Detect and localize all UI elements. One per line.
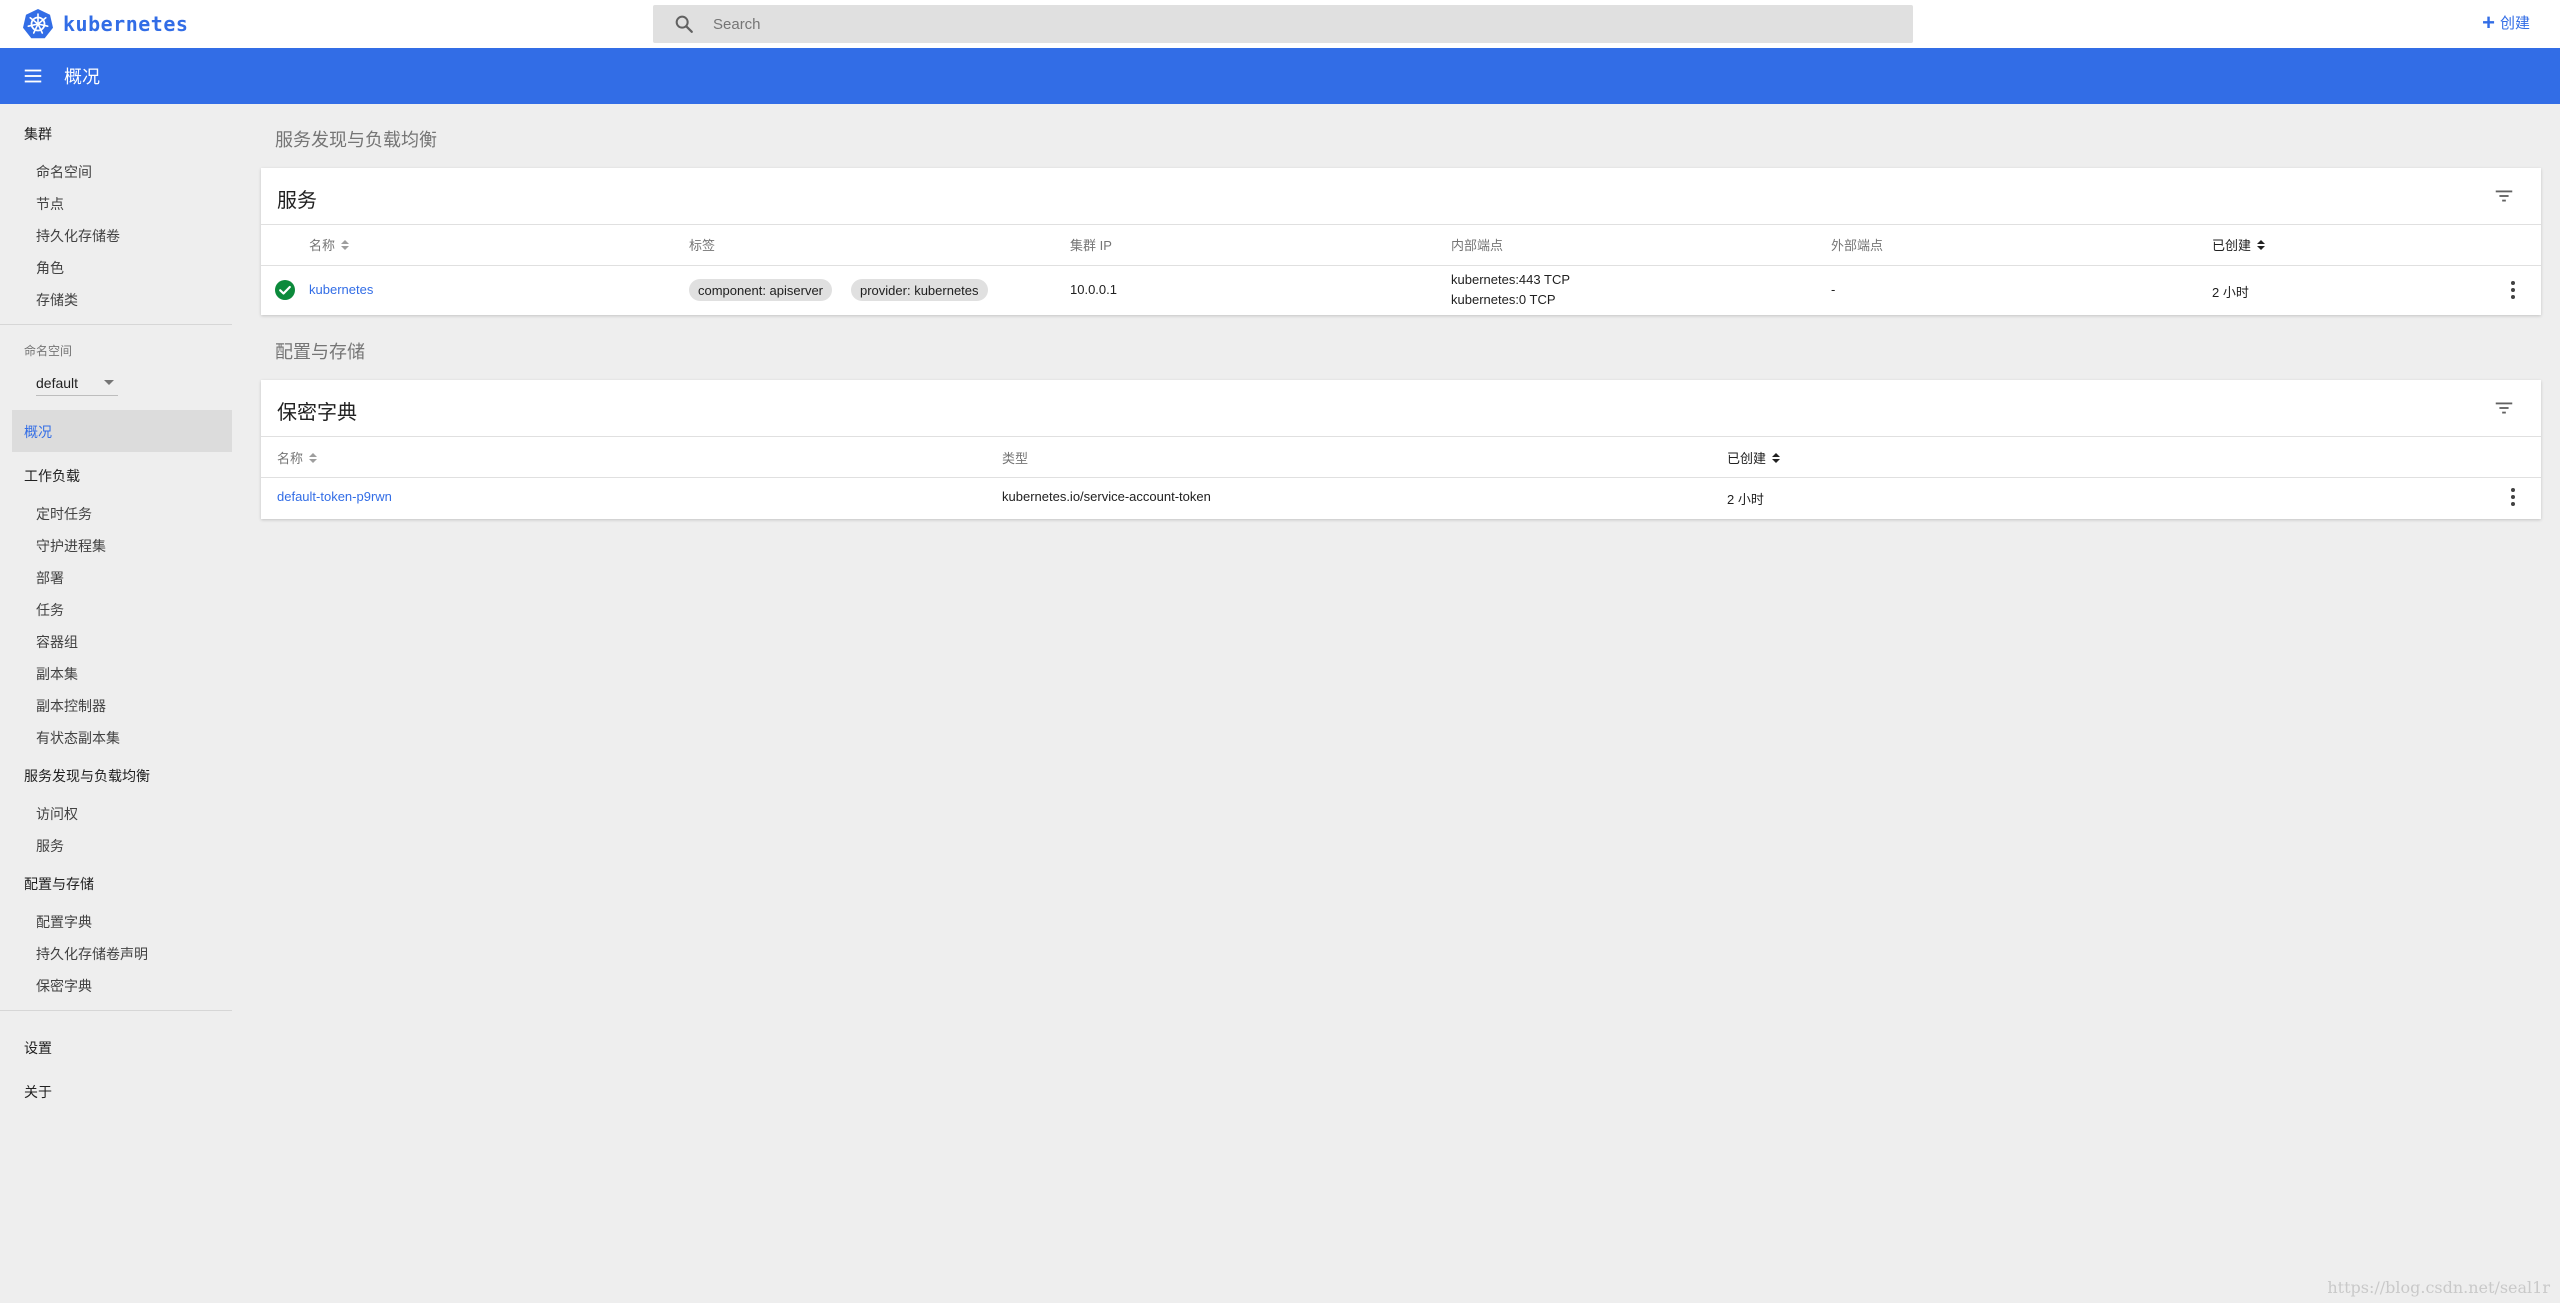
brand-name: kubernetes [63,12,189,36]
filter-icon[interactable] [2493,185,2515,207]
column-header-internal-endpoints: 内部端点 [1451,238,1504,253]
filter-icon[interactable] [2493,397,2515,419]
namespace-label: 命名空间 [24,344,73,358]
sidebar-item-config-maps[interactable]: 配置字典 [36,912,92,932]
title-bar: 概况 [0,48,2560,104]
label-chip: component: apiserver [689,279,833,301]
namespace-selected: default [36,374,79,391]
plus-icon: + [2482,9,2495,35]
sidebar-item-pods[interactable]: 容器组 [36,632,78,652]
sidebar-divider [0,1010,232,1011]
sort-icon [341,239,350,250]
cluster-ip: 10.0.0.1 [1070,282,1117,297]
sidebar-item-about[interactable]: 关于 [24,1082,52,1102]
more-vert-icon[interactable] [2511,281,2515,299]
secret-type: kubernetes.io/service-account-token [1002,489,1211,504]
sidebar-item-settings[interactable]: 设置 [24,1038,52,1058]
column-header-created[interactable]: 已创建 [2212,235,2266,254]
sidebar-item-storage-classes[interactable]: 存储类 [36,290,78,310]
brand[interactable]: kubernetes [22,8,188,40]
sort-icon [2257,239,2266,250]
create-button[interactable]: + 创建 [2482,9,2530,35]
sidebar-item-replication-controllers[interactable]: 副本控制器 [36,696,106,716]
sidebar-item-namespaces[interactable]: 命名空间 [36,162,92,182]
discovery-heading: 服务发现与负载均衡 [275,130,437,150]
created-age: 2 小时 [2212,285,2249,300]
sidebar-item-roles[interactable]: 角色 [36,258,64,278]
card-divider [261,265,2541,266]
search-input[interactable] [713,15,1813,33]
sidebar: 集群 命名空间 节点 持久化存储卷 角色 存储类 命名空间 default 概况… [0,104,232,1303]
sidebar-item-persistent-volumes[interactable]: 持久化存储卷 [36,226,120,246]
sidebar-item-stateful-sets[interactable]: 有状态副本集 [36,728,120,748]
sidebar-section-cluster[interactable]: 集群 [24,124,52,144]
column-header-created[interactable]: 已创建 [1727,448,1781,467]
check-circle-icon [275,280,295,300]
sidebar-item-deployments[interactable]: 部署 [36,568,64,588]
sidebar-item-overview-label: 概况 [24,424,52,440]
sidebar-item-secrets[interactable]: 保密字典 [36,976,92,996]
sidebar-item-ingresses[interactable]: 访问权 [36,804,78,824]
namespace-select[interactable]: default [36,370,118,396]
sidebar-item-replica-sets[interactable]: 副本集 [36,664,78,684]
column-header-name[interactable]: 名称 [277,448,318,467]
kubernetes-logo-icon [23,9,53,39]
create-label: 创建 [2499,15,2530,32]
secret-name-link[interactable]: default-token-p9rwn [277,489,392,504]
external-endpoint: - [1831,282,1836,297]
sidebar-item-daemon-sets[interactable]: 守护进程集 [36,536,106,556]
column-header-cluster-ip: 集群 IP [1070,238,1112,253]
service-name-link[interactable]: kubernetes [309,282,373,297]
card-divider [261,224,2541,225]
more-vert-icon[interactable] [2511,488,2515,506]
created-age: 2 小时 [1727,492,1764,507]
column-header-labels: 标签 [689,238,716,253]
search-icon [675,15,693,33]
card-divider [261,477,2541,478]
page-title: 概况 [64,67,100,87]
search-bar[interactable] [653,5,1913,43]
sidebar-divider [0,324,232,325]
sidebar-item-overview[interactable]: 概况 [12,410,232,452]
column-header-external-endpoints: 外部端点 [1831,238,1884,253]
secrets-card: 保密字典 名称 类型 已创建 default-token-p9rwn kuber… [261,380,2541,519]
sidebar-item-services[interactable]: 服务 [36,836,64,856]
secrets-title: 保密字典 [277,402,357,424]
dropdown-caret-icon [104,380,114,385]
services-title: 服务 [277,190,317,212]
card-divider [261,436,2541,437]
hamburger-menu-icon[interactable] [22,65,44,87]
sidebar-item-pvcs[interactable]: 持久化存储卷声明 [36,944,148,964]
internal-endpoint: kubernetes:443 TCP [1451,272,1570,287]
sidebar-item-jobs[interactable]: 任务 [36,600,64,620]
sort-icon [1772,452,1781,463]
config-heading: 配置与存储 [275,342,365,362]
sidebar-item-nodes[interactable]: 节点 [36,194,64,214]
column-header-name[interactable]: 名称 [309,235,350,254]
top-bar: kubernetes + 创建 [0,0,2560,48]
sidebar-section-config[interactable]: 配置与存储 [24,874,94,894]
label-chip: provider: kubernetes [851,279,988,301]
sidebar-item-cron-jobs[interactable]: 定时任务 [36,504,92,524]
services-card: 服务 名称 标签 集群 IP 内部端点 外部端点 已创建 kubernetes … [261,168,2541,315]
watermark: https://blog.csdn.net/seal1r [2327,1278,2550,1297]
column-header-type: 类型 [1002,451,1029,466]
sidebar-section-discovery[interactable]: 服务发现与负载均衡 [24,766,150,786]
sidebar-section-workloads[interactable]: 工作负载 [24,466,80,486]
sort-icon [309,452,318,463]
internal-endpoint: kubernetes:0 TCP [1451,292,1556,307]
